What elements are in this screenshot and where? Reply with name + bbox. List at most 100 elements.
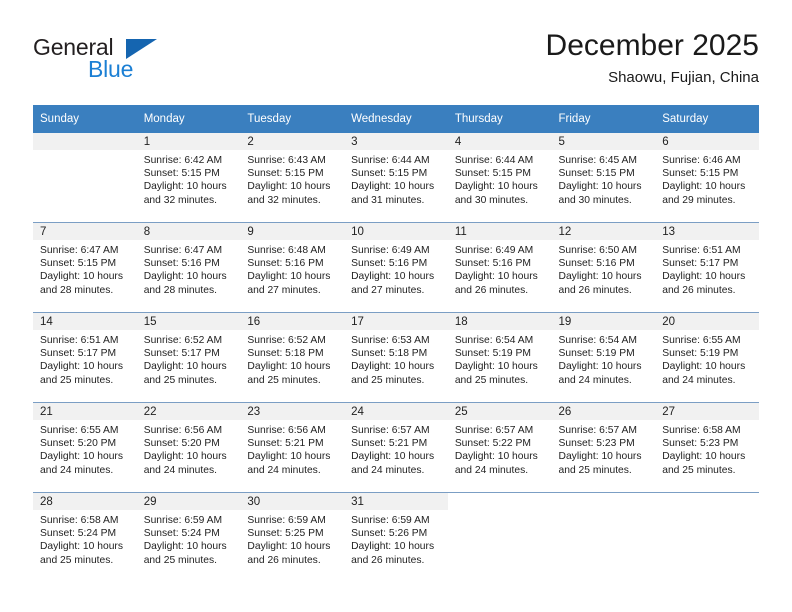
- calendar-day-cell[interactable]: 29 Sunrise: 6:59 AM Sunset: 5:24 PM Dayligh…: [136, 492, 241, 582]
- sunrise-time: Sunrise: 6:57 AM: [351, 425, 430, 436]
- daylight-duration-line1: Daylight: 10 hours: [454, 271, 538, 283]
- daylight-duration-line1: Daylight: 10 hours: [40, 541, 123, 553]
- sunrise-time: Sunrise: 6:57 AM: [558, 425, 637, 436]
- calendar-day-cell[interactable]: 15 Sunrise: 6:52 AM Sunset: 5:17 PM Dayligh…: [136, 312, 241, 403]
- daylight-duration-line1: Daylight: 10 hours: [351, 361, 435, 373]
- sunrise-time: Sunrise: 6:54 AM: [558, 335, 637, 346]
- weekday-header-sunday: Sunday: [33, 105, 137, 133]
- sunrise-time: Sunrise: 6:44 AM: [351, 155, 430, 166]
- calendar-day-cell[interactable]: 30 Sunrise: 6:59 AM Sunset: 5:25 PM Dayligh…: [240, 492, 345, 582]
- day-info: Sunrise: 6:56 AM Sunset: 5:21 PM Daylight:…: [240, 420, 344, 477]
- sunset-time: Sunset: 5:23 PM: [558, 438, 635, 450]
- daylight-duration-line1: Daylight: 10 hours: [454, 451, 538, 463]
- sunrise-time: Sunrise: 6:50 AM: [558, 245, 637, 256]
- calendar-day-cell[interactable]: 19 Sunrise: 6:54 AM Sunset: 5:19 PM Dayligh…: [551, 312, 656, 403]
- daylight-duration-line1: Daylight: 10 hours: [662, 361, 746, 373]
- day-number: 5: [551, 133, 656, 150]
- calendar-day-cell[interactable]: 20 Sunrise: 6:55 AM Sunset: 5:19 PM Dayligh…: [655, 312, 759, 403]
- calendar-day-cell[interactable]: 5 Sunrise: 6:45 AM Sunset: 5:15 PM Daylight…: [551, 133, 656, 223]
- calendar-day-cell[interactable]: 11 Sunrise: 6:49 AM Sunset: 5:16 PM Dayligh…: [447, 222, 552, 313]
- page-title: December 2025: [545, 29, 759, 62]
- day-cell-inner: 12 Sunrise: 6:50 AM Sunset: 5:16 PM Dayligh…: [551, 223, 656, 312]
- calendar-day-cell[interactable]: 25 Sunrise: 6:57 AM Sunset: 5:22 PM Dayligh…: [447, 402, 552, 493]
- calendar-day-cell[interactable]: 9 Sunrise: 6:48 AM Sunset: 5:16 PM Daylight…: [240, 222, 345, 313]
- day-cell-inner: 19 Sunrise: 6:54 AM Sunset: 5:19 PM Dayligh…: [551, 313, 656, 402]
- day-cell-inner: 14 Sunrise: 6:51 AM Sunset: 5:17 PM Dayligh…: [33, 313, 137, 402]
- sunrise-time: Sunrise: 6:47 AM: [143, 245, 223, 256]
- calendar-day-cell[interactable]: 3 Sunrise: 6:44 AM Sunset: 5:15 PM Daylight…: [344, 133, 448, 223]
- day-cell-inner: [447, 493, 552, 582]
- calendar-day-cell[interactable]: 13 Sunrise: 6:51 AM Sunset: 5:17 PM Dayligh…: [655, 222, 759, 313]
- day-info: Sunrise: 6:58 AM Sunset: 5:23 PM Daylight:…: [655, 420, 759, 477]
- calendar-day-cell[interactable]: 28 Sunrise: 6:58 AM Sunset: 5:24 PM Dayligh…: [33, 492, 137, 582]
- daylight-duration-line1: Daylight: 10 hours: [454, 181, 538, 193]
- daylight-duration-line2: and 32 minutes.: [143, 194, 217, 206]
- general-blue-logo[interactable]: General Blue: [33, 34, 213, 90]
- calendar-day-cell[interactable]: 22 Sunrise: 6:56 AM Sunset: 5:20 PM Dayligh…: [136, 402, 241, 493]
- daylight-duration-line2: and 24 minutes.: [351, 464, 425, 476]
- daylight-duration-line2: and 25 minutes.: [351, 374, 425, 386]
- sunrise-time: Sunrise: 6:47 AM: [40, 245, 119, 256]
- day-info: Sunrise: 6:47 AM Sunset: 5:16 PM Daylight:…: [137, 240, 241, 297]
- calendar-day-cell[interactable]: 27 Sunrise: 6:58 AM Sunset: 5:23 PM Dayligh…: [655, 402, 759, 493]
- sunset-time: Sunset: 5:15 PM: [558, 168, 635, 180]
- day-cell-inner: 22 Sunrise: 6:56 AM Sunset: 5:20 PM Dayligh…: [136, 403, 241, 492]
- day-number: 3: [344, 133, 448, 150]
- calendar-day-cell[interactable]: 7 Sunrise: 6:47 AM Sunset: 5:15 PM Daylight…: [33, 222, 137, 313]
- daylight-duration-line2: and 26 minutes.: [454, 284, 529, 296]
- calendar-day-cell[interactable]: 24 Sunrise: 6:57 AM Sunset: 5:21 PM Dayligh…: [344, 402, 448, 493]
- sunrise-time: Sunrise: 6:43 AM: [247, 155, 326, 166]
- calendar-day-cell[interactable]: 6 Sunrise: 6:46 AM Sunset: 5:15 PM Daylight…: [655, 133, 759, 223]
- day-info: Sunrise: 6:51 AM Sunset: 5:17 PM Daylight:…: [33, 330, 137, 387]
- day-info: Sunrise: 6:55 AM Sunset: 5:19 PM Daylight:…: [655, 330, 759, 387]
- day-cell-inner: 21 Sunrise: 6:55 AM Sunset: 5:20 PM Dayligh…: [33, 403, 137, 492]
- daylight-duration-line1: Daylight: 10 hours: [40, 451, 123, 463]
- calendar-day-cell[interactable]: 16 Sunrise: 6:52 AM Sunset: 5:18 PM Dayligh…: [240, 312, 345, 403]
- daylight-duration-line2: and 24 minutes.: [662, 374, 736, 386]
- day-cell-inner: [655, 493, 759, 582]
- day-cell-inner: [33, 133, 137, 222]
- sunset-time: Sunset: 5:19 PM: [454, 348, 531, 360]
- sunset-time: Sunset: 5:19 PM: [662, 348, 739, 360]
- calendar-day-cell[interactable]: 26 Sunrise: 6:57 AM Sunset: 5:23 PM Dayligh…: [551, 402, 656, 493]
- day-cell-inner: 4 Sunrise: 6:44 AM Sunset: 5:15 PM Daylight…: [447, 133, 552, 222]
- calendar-day-cell[interactable]: 2 Sunrise: 6:43 AM Sunset: 5:15 PM Daylight…: [240, 133, 345, 223]
- calendar-day-cell[interactable]: 10 Sunrise: 6:49 AM Sunset: 5:16 PM Dayligh…: [344, 222, 448, 313]
- sunset-time: Sunset: 5:17 PM: [143, 348, 220, 360]
- weekday-header-tuesday: Tuesday: [240, 105, 345, 133]
- calendar-day-cell[interactable]: 17 Sunrise: 6:53 AM Sunset: 5:18 PM Dayligh…: [344, 312, 448, 403]
- day-info: Sunrise: 6:52 AM Sunset: 5:17 PM Daylight:…: [137, 330, 241, 387]
- day-info: Sunrise: 6:46 AM Sunset: 5:15 PM Daylight:…: [655, 150, 759, 207]
- sunset-time: Sunset: 5:22 PM: [454, 438, 531, 450]
- daylight-duration-line1: Daylight: 10 hours: [351, 451, 435, 463]
- calendar-day-cell[interactable]: 31 Sunrise: 6:59 AM Sunset: 5:26 PM Dayligh…: [344, 492, 448, 582]
- day-number: 30: [240, 493, 345, 510]
- calendar-day-cell[interactable]: 1 Sunrise: 6:42 AM Sunset: 5:15 PM Daylight…: [136, 133, 241, 223]
- daylight-duration-line1: Daylight: 10 hours: [558, 181, 642, 193]
- day-number: 20: [655, 313, 759, 330]
- day-info: Sunrise: 6:44 AM Sunset: 5:15 PM Daylight:…: [344, 150, 448, 207]
- calendar-day-cell[interactable]: 12 Sunrise: 6:50 AM Sunset: 5:16 PM Dayligh…: [551, 222, 656, 313]
- daylight-duration-line2: and 25 minutes.: [247, 374, 321, 386]
- sunset-time: Sunset: 5:15 PM: [40, 258, 117, 270]
- sunset-time: Sunset: 5:25 PM: [247, 528, 324, 540]
- calendar-day-cell[interactable]: 18 Sunrise: 6:54 AM Sunset: 5:19 PM Dayligh…: [447, 312, 552, 403]
- day-number: [551, 493, 656, 510]
- calendar-day-cell[interactable]: 21 Sunrise: 6:55 AM Sunset: 5:20 PM Dayligh…: [33, 402, 137, 493]
- calendar-week-row: 1 Sunrise: 6:42 AM Sunset: 5:15 PM Daylight…: [33, 133, 759, 223]
- day-cell-inner: 27 Sunrise: 6:58 AM Sunset: 5:23 PM Dayligh…: [655, 403, 759, 492]
- calendar-day-cell[interactable]: 23 Sunrise: 6:56 AM Sunset: 5:21 PM Dayligh…: [240, 402, 345, 493]
- daylight-duration-line1: Daylight: 10 hours: [143, 271, 227, 283]
- day-cell-inner: 1 Sunrise: 6:42 AM Sunset: 5:15 PM Daylight…: [136, 133, 241, 222]
- day-number: 7: [33, 223, 137, 240]
- calendar-day-cell[interactable]: 8 Sunrise: 6:47 AM Sunset: 5:16 PM Daylight…: [136, 222, 241, 313]
- day-info: Sunrise: 6:57 AM Sunset: 5:21 PM Daylight:…: [344, 420, 448, 477]
- sunrise-time: Sunrise: 6:44 AM: [454, 155, 534, 166]
- calendar-day-cell[interactable]: 14 Sunrise: 6:51 AM Sunset: 5:17 PM Dayligh…: [33, 312, 137, 403]
- sunrise-time: Sunrise: 6:45 AM: [558, 155, 637, 166]
- sunrise-time: Sunrise: 6:59 AM: [247, 515, 326, 526]
- sunset-time: Sunset: 5:20 PM: [40, 438, 117, 450]
- daylight-duration-line2: and 26 minutes.: [558, 284, 632, 296]
- sunrise-time: Sunrise: 6:51 AM: [40, 335, 119, 346]
- calendar-day-cell[interactable]: 4 Sunrise: 6:44 AM Sunset: 5:15 PM Daylight…: [447, 133, 552, 223]
